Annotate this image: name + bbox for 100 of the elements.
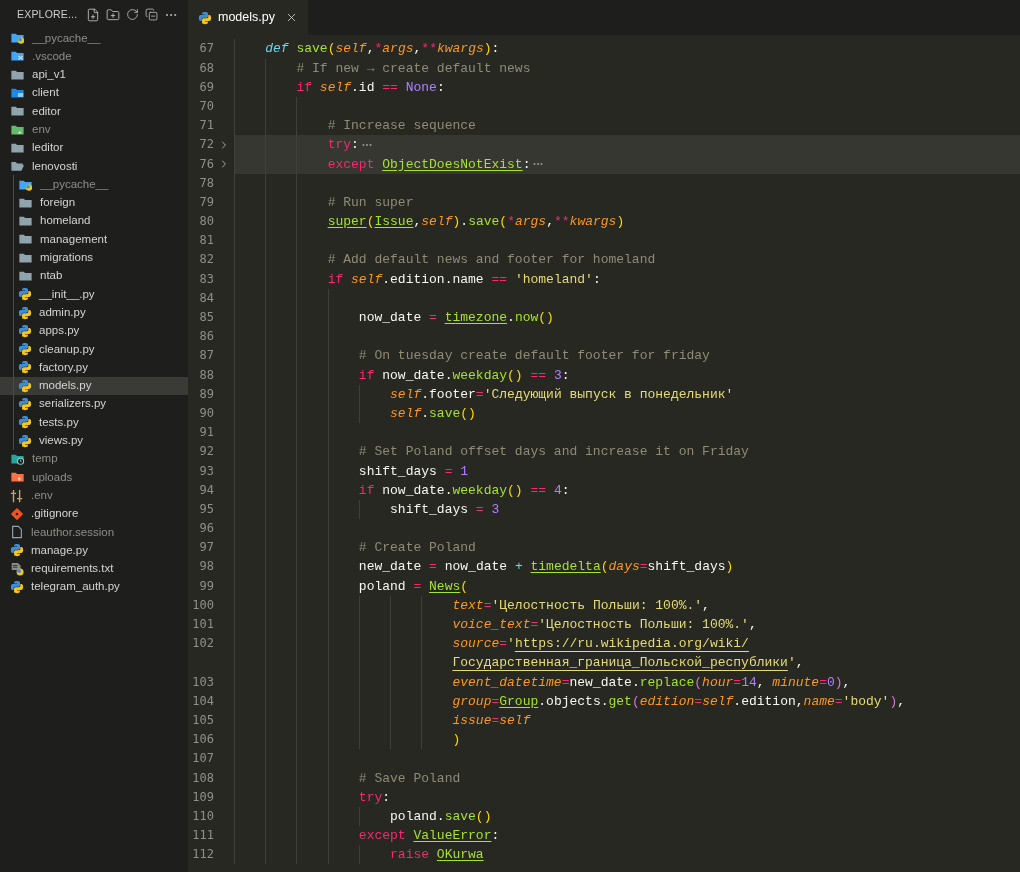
tree-item[interactable]: telegram_auth.py bbox=[0, 577, 188, 597]
python-icon bbox=[10, 580, 24, 595]
git-icon bbox=[10, 506, 24, 521]
tree-item[interactable]: api_v1 bbox=[0, 65, 188, 84]
tree-item[interactable]: env bbox=[0, 120, 188, 139]
code-line: try: bbox=[326, 136, 359, 155]
line-number: 72 bbox=[198, 136, 214, 154]
line-number: 104 bbox=[191, 692, 214, 710]
editor-tab[interactable]: models.py bbox=[188, 0, 308, 35]
tree-item[interactable]: management bbox=[0, 230, 188, 249]
line-number: 88 bbox=[198, 366, 214, 384]
code-line: source='https://ru.wikipedia.org/wiki/ bbox=[451, 635, 749, 654]
code-line: # Save Poland bbox=[357, 769, 461, 788]
python-icon bbox=[18, 342, 32, 357]
python-icon bbox=[18, 305, 32, 320]
code-line: except ObjectDoesNotExist: bbox=[326, 155, 531, 174]
line-number: 86 bbox=[198, 328, 214, 346]
tree-item[interactable]: homeland bbox=[0, 211, 188, 231]
tree-item[interactable]: apps.py bbox=[0, 321, 188, 341]
python-icon bbox=[18, 360, 32, 375]
python-document-icon bbox=[10, 561, 24, 576]
code-line: # Add default news and footer for homeland bbox=[326, 251, 656, 270]
tree-item[interactable]: admin.py bbox=[0, 303, 188, 322]
line-number: 106 bbox=[191, 731, 214, 749]
line-number: 103 bbox=[191, 673, 214, 691]
tree-item[interactable]: cleanup.py bbox=[0, 340, 188, 359]
code-line: # If new → create default news bbox=[295, 59, 531, 78]
code-line: self.save() bbox=[389, 404, 476, 423]
line-number: 94 bbox=[198, 481, 214, 499]
tree-item[interactable]: lenovosti bbox=[0, 157, 188, 176]
line-number: 67 bbox=[198, 40, 214, 58]
folded-ellipsis-icon[interactable] bbox=[533, 162, 544, 167]
tree-item[interactable]: foreign bbox=[0, 193, 188, 212]
tree-item[interactable]: factory.py bbox=[0, 358, 188, 377]
tree-item[interactable]: .vscode bbox=[0, 47, 188, 66]
tree-item[interactable]: migrations bbox=[0, 248, 188, 267]
line-number: 112 bbox=[191, 846, 214, 864]
tree-item[interactable]: __init__.py bbox=[0, 285, 188, 304]
tree-item[interactable]: serializers.py bbox=[0, 394, 188, 414]
line-number: 80 bbox=[198, 213, 214, 231]
code-line: text='Целостность Польши: 100%.', bbox=[451, 596, 710, 615]
line-number: 108 bbox=[191, 769, 214, 787]
code-line: # Increase sequence bbox=[326, 117, 476, 136]
tree-item[interactable]: leditor bbox=[0, 138, 188, 158]
sliders-icon bbox=[10, 488, 24, 503]
tree-item[interactable]: client bbox=[0, 83, 188, 103]
tree-item[interactable]: .gitignore bbox=[0, 504, 188, 523]
tree-item[interactable]: .env bbox=[0, 486, 188, 505]
line-number: 102 bbox=[191, 635, 214, 653]
file-icon bbox=[10, 525, 24, 540]
line-number: 97 bbox=[198, 539, 214, 557]
new-folder-icon[interactable] bbox=[106, 7, 120, 22]
folded-ellipsis-icon[interactable] bbox=[361, 142, 372, 147]
code-line: ) bbox=[451, 731, 461, 750]
tree-item[interactable]: leauthor.session bbox=[0, 523, 188, 542]
line-number: 68 bbox=[198, 59, 214, 77]
tree-item[interactable]: views.py bbox=[0, 431, 188, 450]
python-icon bbox=[10, 543, 24, 558]
code-line: voice_text='Целостность Польши: 100%.', bbox=[451, 616, 757, 634]
line-number: 107 bbox=[191, 750, 214, 768]
collapse-icon[interactable] bbox=[145, 8, 158, 21]
line-number: 84 bbox=[198, 289, 214, 307]
line-number: 105 bbox=[191, 711, 214, 729]
explorer-title: EXPLORE... bbox=[17, 6, 78, 22]
tree-item[interactable]: __pycache__ bbox=[0, 175, 188, 194]
tree-item[interactable]: manage.py bbox=[0, 541, 188, 560]
line-number: 92 bbox=[198, 443, 214, 461]
tree-item[interactable]: models.py bbox=[0, 376, 188, 395]
refresh-icon[interactable] bbox=[126, 8, 139, 21]
line-number: 91 bbox=[198, 424, 214, 442]
python-folder-icon bbox=[10, 31, 25, 46]
line-number: 81 bbox=[198, 232, 214, 250]
new-file-icon[interactable] bbox=[86, 7, 100, 22]
code-line: if now_date.weekday() == 3: bbox=[357, 366, 570, 385]
close-icon[interactable] bbox=[285, 11, 298, 24]
line-number: 101 bbox=[191, 616, 214, 633]
code-line: super(Issue,self).save(*args,**kwargs) bbox=[326, 213, 625, 232]
code-line: self.footer='Следующий выпуск в понедельник' bbox=[389, 385, 734, 404]
code-line: # On tuesday create default footer for friday bbox=[357, 347, 710, 366]
folder-icon bbox=[18, 269, 33, 283]
line-number: 110 bbox=[191, 807, 214, 825]
code-line: except ValueError: bbox=[357, 827, 500, 846]
tree-item[interactable]: temp bbox=[0, 449, 188, 469]
line-number: 87 bbox=[198, 347, 214, 365]
open-folder-icon bbox=[10, 159, 25, 174]
tree-item[interactable]: editor bbox=[0, 102, 188, 121]
tree-item[interactable]: __pycache__ bbox=[0, 29, 188, 48]
code-line: if self.id == None: bbox=[295, 78, 445, 97]
code-line: event_datetime=new_date.replace(hour=14, minute=0), bbox=[451, 673, 851, 692]
line-number: 90 bbox=[198, 404, 214, 422]
tree-item[interactable]: ntab bbox=[0, 266, 188, 286]
tree-item[interactable]: requirements.txt bbox=[0, 559, 188, 578]
code-line: # Run super bbox=[326, 193, 414, 212]
line-number: 111 bbox=[191, 827, 214, 845]
tree-item[interactable]: tests.py bbox=[0, 413, 188, 432]
tree-item[interactable]: uploads bbox=[0, 468, 188, 487]
code-line: poland.save() bbox=[389, 807, 492, 826]
line-number: 100 bbox=[191, 596, 214, 614]
line-number: 96 bbox=[198, 520, 214, 538]
line-number: 95 bbox=[198, 500, 214, 518]
